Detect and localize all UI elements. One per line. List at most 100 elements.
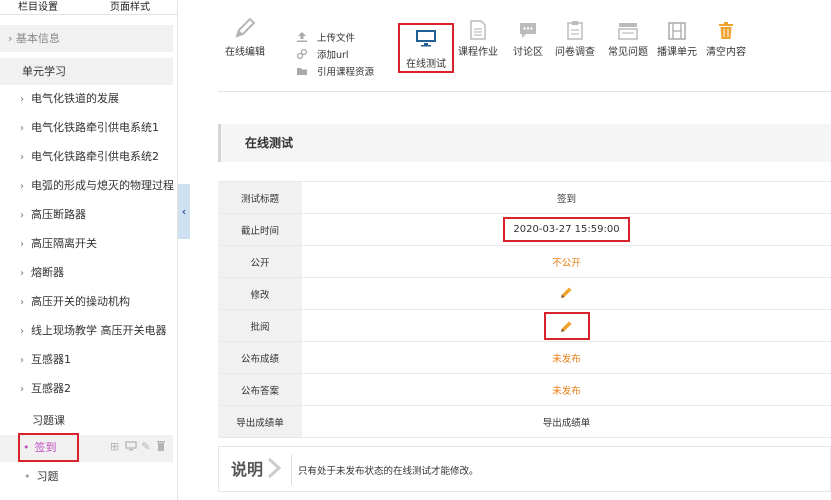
sidebar-item-chapter[interactable]: › 互感器2 — [0, 375, 178, 403]
trash-icon — [719, 22, 733, 39]
upload-file-link[interactable]: 上传文件 — [296, 28, 374, 45]
sidebar-item-chapter[interactable]: › 高压隔离开关 — [0, 230, 178, 258]
public-status-value[interactable]: 不公开 — [302, 245, 831, 278]
chevron-left-icon: ‹ — [181, 205, 187, 218]
sidebar-item-label: 习题 — [36, 470, 59, 483]
chevron-right-icon: › — [20, 94, 24, 105]
publish-scores-value[interactable]: 未发布 — [302, 341, 831, 374]
film-icon — [668, 22, 686, 40]
sidebar-item-label: 互感器1 — [31, 353, 71, 366]
review-button[interactable] — [543, 311, 590, 340]
tool-label: 课程作业 — [458, 47, 498, 58]
table-row: 公布成绩 未发布 — [218, 341, 831, 374]
row-key: 测试标题 — [218, 181, 302, 214]
note-title: 说明 — [231, 460, 264, 479]
sidebar-unit-header[interactable]: 单元学习 — [0, 58, 173, 85]
bullet-icon: • — [24, 470, 31, 483]
deadline-value[interactable]: 2020-03-27 15:59:00 — [503, 217, 630, 242]
online-test-button[interactable]: 在线测试 — [398, 23, 454, 73]
table-row: 公开 不公开 — [218, 245, 831, 278]
edit-pencil-icon[interactable] — [560, 286, 573, 299]
sidebar-item-chapter[interactable]: › 电气化铁路牵引供电系统2 — [0, 143, 178, 171]
test-info-table: 测试标题 签到 截止时间 2020-03-27 15:59:00 公开 不公开 … — [218, 181, 831, 438]
sidebar-item-label: 高压隔离开关 — [31, 237, 97, 250]
sidebar-item-chapter[interactable]: › 熔断器 — [0, 259, 178, 287]
modify-cell — [302, 277, 831, 310]
homework-button[interactable]: 课程作业 — [458, 0, 498, 58]
sidebar-item-label: 电气化铁路牵引供电系统2 — [31, 150, 159, 163]
edit-icon[interactable]: ✎ — [141, 440, 151, 453]
clipboard-icon — [567, 21, 583, 40]
row-key: 公开 — [218, 245, 302, 278]
discussion-button[interactable]: 讨论区 — [508, 0, 548, 58]
sidebar-item-label: 线上现场教学 高压开关电器 — [31, 324, 167, 337]
faq-button[interactable]: 常见问题 — [608, 0, 648, 58]
tool-label: 在线测试 — [406, 59, 446, 70]
toolbar: 在线编辑 上传文件 添加url 引用课程资源 在线测试 课程作业 讨论区 问卷调… — [218, 0, 831, 92]
row-key: 截止时间 — [218, 213, 302, 246]
chevron-right-icon: › — [20, 326, 24, 337]
sidebar-item-label: 电气化铁道的发展 — [31, 92, 119, 105]
sidebar-item-chapter[interactable]: › 电弧的形成与熄灭的物理过程 — [0, 172, 178, 200]
chevron-right-icon: › — [20, 268, 24, 279]
broadcast-unit-button[interactable]: 播课单元 — [656, 0, 698, 58]
add-icon[interactable]: ⊞ — [110, 440, 120, 453]
sidebar-item-chapter[interactable]: › 高压开关的操动机构 — [0, 288, 178, 316]
tool-label: 播课单元 — [657, 47, 697, 58]
sidebar-item-chapter[interactable]: › 高压断路器 — [0, 201, 178, 229]
table-row: 测试标题 签到 — [218, 181, 831, 214]
online-edit-button[interactable]: 在线编辑 — [222, 0, 268, 58]
trash-icon[interactable] — [156, 440, 166, 451]
edit-pencil-icon — [561, 321, 572, 332]
publish-answers-value[interactable]: 未发布 — [302, 373, 831, 406]
clear-content-button[interactable]: 清空内容 — [705, 0, 747, 58]
sidebar-item-label: 熔断器 — [31, 266, 64, 279]
sidebar-item-basic-info[interactable]: › 基本信息 — [0, 25, 173, 52]
upload-icon — [297, 31, 307, 42]
sidebar-item-label: 高压断路器 — [31, 208, 86, 221]
monitor-icon — [416, 30, 436, 47]
sidebar-item-exercise[interactable]: • 习题 — [24, 468, 59, 484]
chevron-right-icon: › — [20, 355, 24, 366]
table-row: 公布答案 未发布 — [218, 373, 831, 406]
cite-resource-link[interactable]: 引用课程资源 — [296, 62, 374, 79]
sidebar-item-label: 基本信息 — [15, 32, 60, 45]
row-key: 导出成绩单 — [218, 405, 302, 438]
sidebar-item-chapter[interactable]: › 互感器1 — [0, 346, 178, 374]
chevron-right-icon: › — [20, 297, 24, 308]
tab-page-style[interactable]: 页面样式 — [110, 0, 150, 13]
note-text: 只有处于未发布状态的在线测试才能修改。 — [298, 466, 479, 477]
collapse-sidebar-button[interactable]: ‹ — [178, 184, 190, 239]
note-box: 说明 只有处于未发布状态的在线测试才能修改。 — [218, 446, 831, 492]
sidebar-item-exercise-course[interactable]: 习题课 — [32, 412, 65, 428]
chat-bubble-icon — [520, 23, 536, 38]
test-title-value: 签到 — [302, 181, 831, 214]
sidebar-item-chapter[interactable]: › 线上现场教学 高压开关电器 — [0, 317, 178, 345]
row-key: 公布成绩 — [218, 341, 302, 374]
section-title: 在线测试 — [218, 124, 831, 162]
divider — [0, 14, 178, 15]
pencil-icon — [235, 17, 256, 38]
sidebar-item-checkin[interactable]: • 签到 — [18, 433, 79, 462]
divider — [291, 455, 292, 485]
sidebar-item-label: 高压开关的操动机构 — [31, 295, 130, 308]
list-panel-icon — [618, 23, 638, 40]
sidebar-item-chapter[interactable]: › 电气化铁道的发展 — [0, 85, 178, 113]
monitor-icon[interactable] — [125, 441, 137, 451]
row-tools: ⊞ ✎ — [110, 440, 166, 453]
survey-button[interactable]: 问卷调查 — [553, 0, 597, 58]
chevron-right-icon: › — [20, 210, 24, 221]
add-url-link[interactable]: 添加url — [296, 45, 374, 62]
sidebar-item-label: 签到 — [34, 441, 57, 454]
table-row: 截止时间 2020-03-27 15:59:00 — [218, 213, 831, 246]
table-row: 导出成绩单 导出成绩单 — [218, 405, 831, 438]
sidebar-item-label: 互感器2 — [31, 382, 71, 395]
document-icon — [470, 20, 486, 40]
folder-icon — [297, 67, 307, 75]
sidebar-item-chapter[interactable]: › 电气化铁路牵引供电系统1 — [0, 114, 178, 142]
resource-links: 上传文件 添加url 引用课程资源 — [296, 28, 374, 79]
tab-column-settings[interactable]: 栏目设置 — [18, 0, 58, 13]
left-sidebar: 栏目设置 页面样式 › 基本信息 单元学习 › 电气化铁道的发展 › 电气化铁路牵引… — [0, 0, 178, 500]
link-label: 添加url — [317, 49, 349, 61]
export-scores-link[interactable]: 导出成绩单 — [302, 405, 831, 438]
